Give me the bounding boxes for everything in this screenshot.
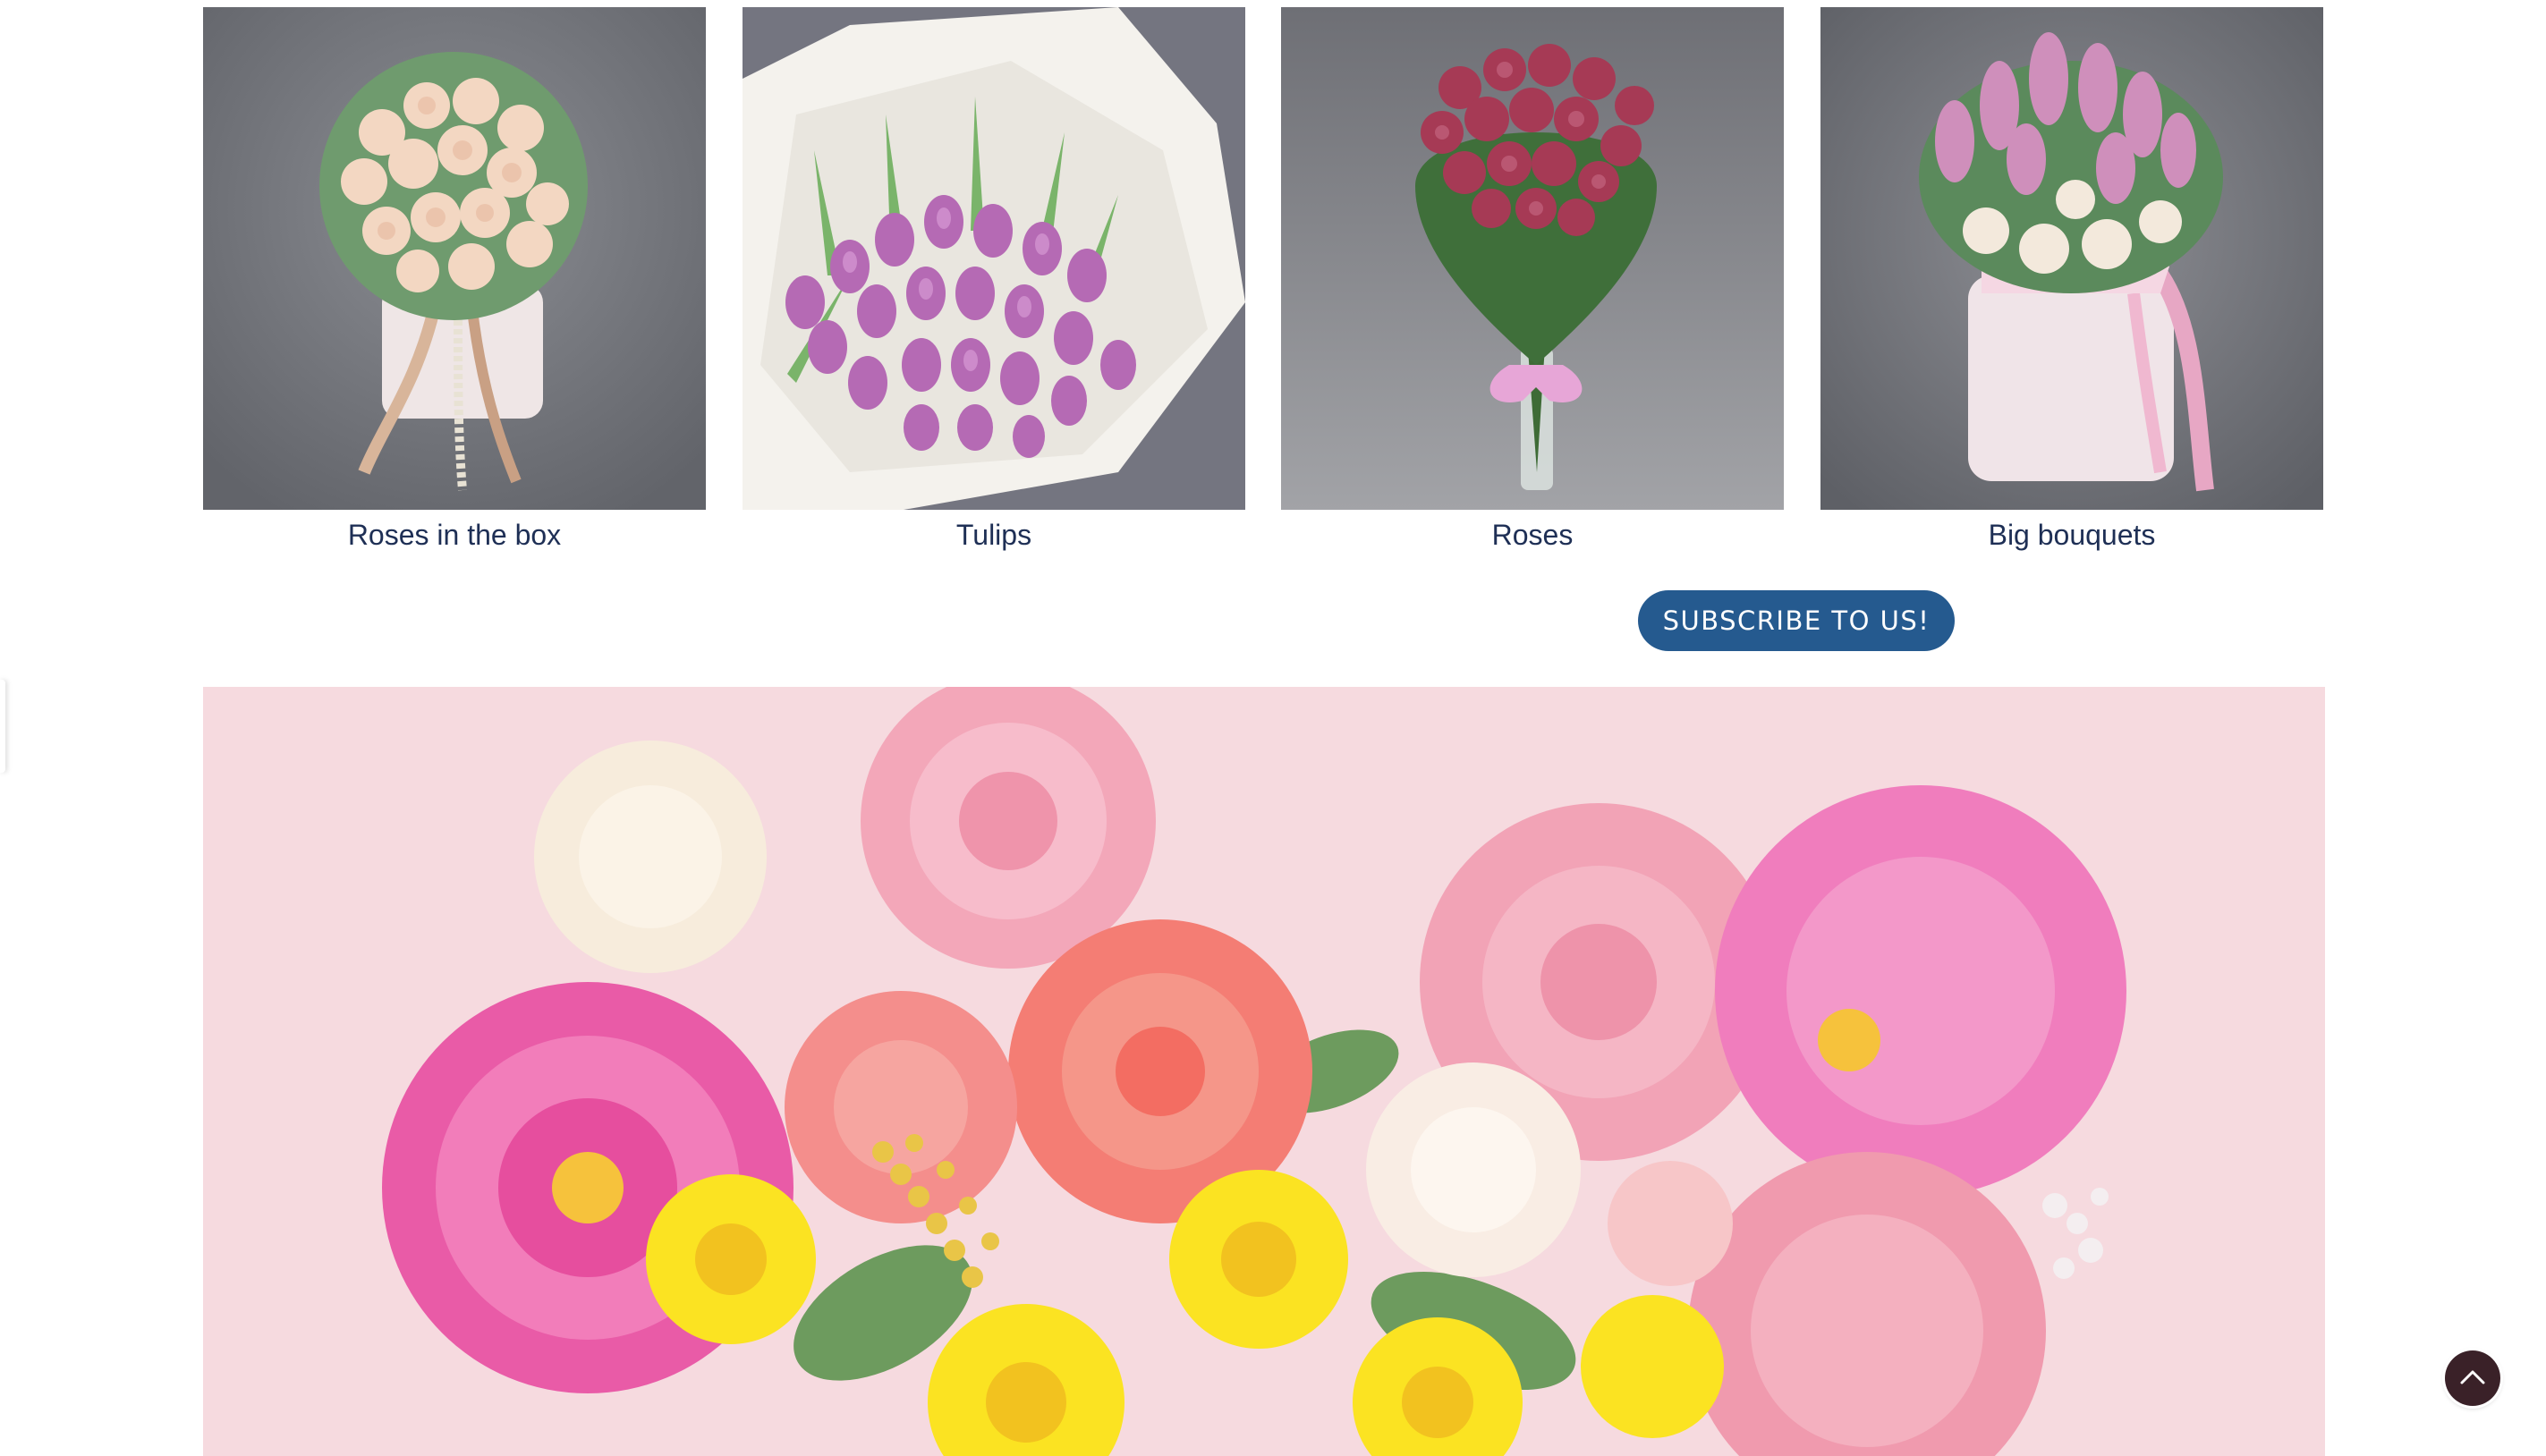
tulips-bouquet-photo[interactable] [743,7,1245,510]
category-card-tulips[interactable]: Tulips [743,7,1245,562]
category-label[interactable]: Roses [1281,515,1784,554]
back-to-top-button[interactable] [2445,1350,2500,1406]
chevron-up-icon [2460,1370,2485,1384]
side-tab-handle[interactable] [0,680,5,773]
hero-banner [203,687,2325,1456]
big-bouquet-photo[interactable] [1820,7,2323,510]
category-card-roses-in-the-box[interactable]: Roses in the box [203,7,706,562]
roses-in-box-photo[interactable] [203,7,706,510]
page: Roses in the box Tulips Roses Big bouque… [0,0,2546,1456]
category-label[interactable]: Big bouquets [1820,515,2323,554]
category-card-big-bouquets[interactable]: Big bouquets [1820,7,2323,562]
roses-bouquet-photo[interactable] [1281,7,1784,510]
category-card-roses[interactable]: Roses [1281,7,1784,562]
category-label[interactable]: Roses in the box [203,515,706,554]
category-label[interactable]: Tulips [743,515,1245,554]
category-grid: Roses in the box Tulips Roses Big bouque… [203,7,2325,562]
mixed-flowers-banner-image [203,687,2325,1456]
subscribe-button[interactable]: SUBSCRIBE TO US! [1638,590,1955,651]
